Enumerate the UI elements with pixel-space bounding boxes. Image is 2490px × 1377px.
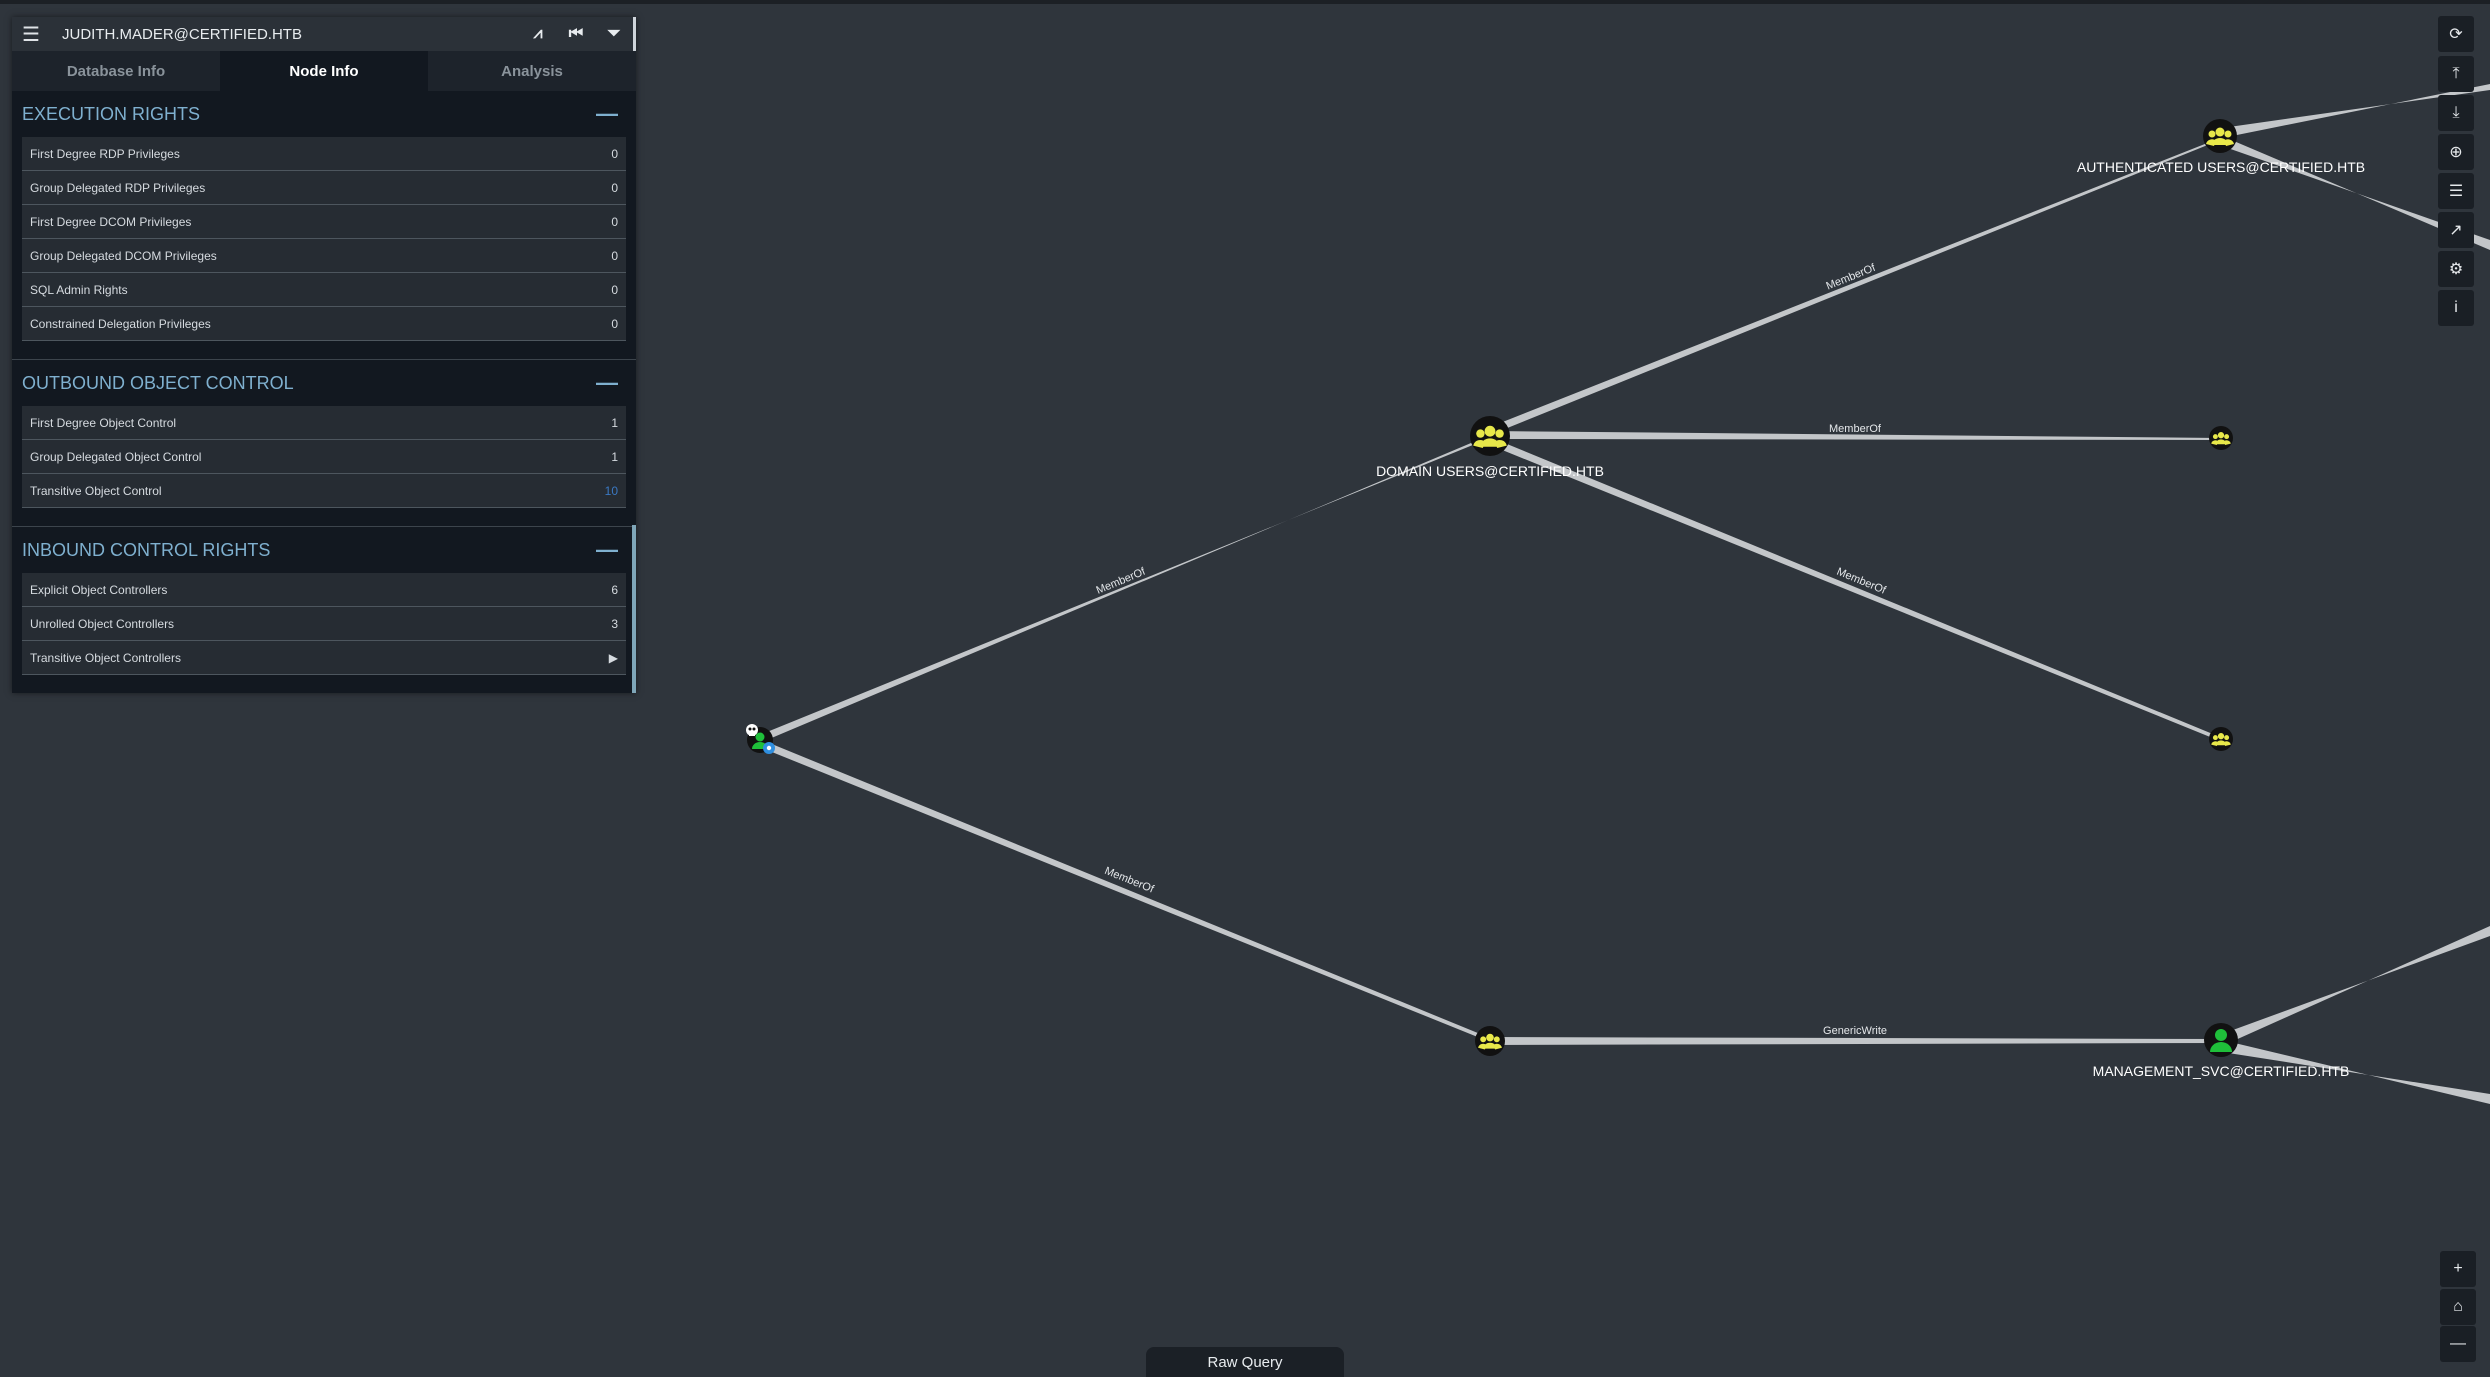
settings-icon[interactable]: ⚙ xyxy=(2438,251,2474,287)
node-label-management-svc: MANAGEMENT_SVC@CERTIFIED.HTB xyxy=(2093,1063,2350,1079)
row-value: 1 xyxy=(611,449,618,464)
row-label: First Degree Object Control xyxy=(30,415,177,430)
edge-label-memberof-3: MemberOf xyxy=(1829,423,1882,435)
row-value: 3 xyxy=(611,616,618,631)
list-check-icon[interactable]: ☰ xyxy=(2438,173,2474,209)
section-title: EXECUTION RIGHTS xyxy=(22,103,201,124)
row-value: 0 xyxy=(611,180,618,195)
table-row[interactable]: Explicit Object Controllers 6 xyxy=(22,573,626,607)
tab-node-info[interactable]: Node Info xyxy=(220,51,428,91)
table-row[interactable]: First Degree Object Control 1 xyxy=(22,406,626,440)
section-header[interactable]: EXECUTION RIGHTS — xyxy=(12,91,636,137)
play-icon[interactable]: ▶ xyxy=(609,651,618,665)
edge-memberof-4[interactable] xyxy=(1490,437,2220,741)
section-inbound-control-rights: INBOUND CONTROL RIGHTS — Explicit Object… xyxy=(12,527,636,675)
row-label: Constrained Delegation Privileges xyxy=(30,316,211,331)
zoom-in-button[interactable]: + xyxy=(2440,1251,2476,1287)
section-header[interactable]: OUTBOUND OBJECT CONTROL — xyxy=(12,360,636,406)
table-row[interactable]: Group Delegated Object Control 1 xyxy=(22,440,626,474)
row-label: First Degree DCOM Privileges xyxy=(30,214,192,229)
table-row[interactable]: First Degree RDP Privileges 0 xyxy=(22,137,626,171)
edge-memberof-1[interactable] xyxy=(762,435,1490,742)
edge-memberof-2[interactable] xyxy=(1490,138,2220,435)
node-label-domain-users: DOMAIN USERS@CERTIFIED.HTB xyxy=(1376,463,1604,479)
group-node-domain-users[interactable] xyxy=(1470,416,1510,456)
row-value: 0 xyxy=(611,316,618,331)
edge-memberof-6[interactable] xyxy=(762,740,1490,1042)
row-value: 0 xyxy=(611,282,618,297)
panel-tabs: Database Info Node Info Analysis xyxy=(12,51,636,91)
pathfinding-icon[interactable]: ⩘ xyxy=(519,25,557,43)
edges xyxy=(762,84,2490,1104)
download-icon[interactable]: ⤓ xyxy=(2438,95,2474,131)
raw-query-button[interactable]: Raw Query xyxy=(1146,1347,1344,1377)
row-label: Unrolled Object Controllers xyxy=(30,616,175,631)
row-value: 0 xyxy=(611,214,618,229)
table-row[interactable]: Group Delegated RDP Privileges 0 xyxy=(22,171,626,205)
row-label: Group Delegated Object Control xyxy=(30,449,202,464)
row-label: Transitive Object Control xyxy=(30,483,162,498)
collapse-icon[interactable]: — xyxy=(596,101,626,127)
back-icon[interactable]: ⏮ xyxy=(557,25,595,43)
chart-icon[interactable]: ↗ xyxy=(2438,212,2474,248)
row-label: SQL Admin Rights xyxy=(30,282,128,297)
section-header[interactable]: INBOUND CONTROL RIGHTS — xyxy=(12,527,636,573)
table-row[interactable]: Constrained Delegation Privileges 0 xyxy=(22,307,626,341)
collapse-icon[interactable]: — xyxy=(596,370,626,396)
table-row[interactable]: Transitive Object Controllers ▶ xyxy=(22,641,626,675)
row-value: 0 xyxy=(611,146,618,161)
section-title: INBOUND CONTROL RIGHTS xyxy=(22,539,271,560)
row-label: First Degree RDP Privileges xyxy=(30,146,180,161)
group-node-unnamed-1[interactable] xyxy=(2209,426,2233,450)
row-label: Transitive Object Controllers xyxy=(30,650,181,665)
node-label-authenticated-users: AUTHENTICATED USERS@CERTIFIED.HTB xyxy=(2077,159,2365,175)
node-info-panel: ☰ JUDITH.MADER@CERTIFIED.HTB ⩘ ⏮ ⏷ Datab… xyxy=(12,17,636,693)
group-node-unnamed-3[interactable] xyxy=(1475,1026,1505,1056)
row-label: Explicit Object Controllers xyxy=(30,582,168,597)
group-node-unnamed-2[interactable] xyxy=(2209,727,2233,751)
row-label: Group Delegated RDP Privileges xyxy=(30,180,206,195)
table-row[interactable]: First Degree DCOM Privileges 0 xyxy=(22,205,626,239)
edge-mgmt-out-1 xyxy=(2222,926,2490,1046)
home-icon[interactable]: ⌂ xyxy=(2440,1289,2476,1325)
panel-header: ☰ JUDITH.MADER@CERTIFIED.HTB ⩘ ⏮ ⏷ xyxy=(12,17,636,51)
row-value: 0 xyxy=(611,248,618,263)
row-value-link[interactable]: 10 xyxy=(605,484,618,498)
section-title: OUTBOUND OBJECT CONTROL xyxy=(22,372,294,393)
highvalue-badge-icon xyxy=(763,742,775,754)
user-node-judith-mader[interactable] xyxy=(746,724,775,754)
info-icon[interactable]: i xyxy=(2438,290,2474,326)
row-value: 1 xyxy=(611,415,618,430)
user-node-management-svc[interactable] xyxy=(2204,1023,2238,1057)
menu-icon[interactable]: ☰ xyxy=(12,22,50,47)
table-row[interactable]: SQL Admin Rights 0 xyxy=(22,273,626,307)
refresh-icon[interactable]: ⟳ xyxy=(2438,16,2474,52)
tab-database-info[interactable]: Database Info xyxy=(12,51,220,91)
row-value: 6 xyxy=(611,582,618,597)
table-row[interactable]: Group Delegated DCOM Privileges 0 xyxy=(22,239,626,273)
upload-circle-icon[interactable]: ⊕ xyxy=(2438,134,2474,170)
section-execution-rights: EXECUTION RIGHTS — First Degree RDP Priv… xyxy=(12,91,636,360)
collapse-icon[interactable]: — xyxy=(596,537,626,563)
upload-icon[interactable]: ⤒ xyxy=(2438,56,2474,92)
section-outbound-object-control: OUTBOUND OBJECT CONTROL — First Degree O… xyxy=(12,360,636,527)
owned-skull-icon xyxy=(746,724,758,736)
filter-icon[interactable]: ⏷ xyxy=(595,25,633,43)
table-row[interactable]: Unrolled Object Controllers 3 xyxy=(22,607,626,641)
row-label: Group Delegated DCOM Privileges xyxy=(30,248,217,263)
edge-genericwrite[interactable] xyxy=(1490,1037,2220,1045)
edge-label-genericwrite: GenericWrite xyxy=(1823,1025,1887,1037)
zoom-out-button[interactable]: — xyxy=(2440,1326,2476,1362)
tab-analysis[interactable]: Analysis xyxy=(428,51,636,91)
panel-scrollbar[interactable] xyxy=(632,525,636,693)
table-row[interactable]: Transitive Object Control 10 xyxy=(22,474,626,508)
search-node-title[interactable]: JUDITH.MADER@CERTIFIED.HTB xyxy=(50,26,519,43)
group-node-authenticated-users[interactable] xyxy=(2203,119,2237,153)
